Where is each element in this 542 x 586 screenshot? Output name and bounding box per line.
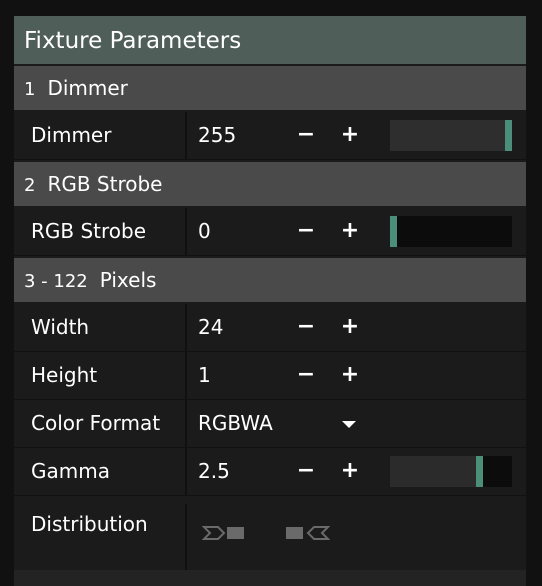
color-format-select[interactable]: RGBWA bbox=[198, 400, 273, 447]
section-number: 3 - 122 bbox=[24, 271, 88, 292]
section-rgb-strobe-header: 2 RGB Strobe bbox=[14, 162, 526, 206]
slider-handle[interactable] bbox=[476, 456, 483, 487]
distribution-reverse-icon[interactable] bbox=[284, 522, 330, 544]
param-row-width: Width 24 − + bbox=[14, 304, 526, 352]
param-label: Distribution bbox=[14, 504, 187, 570]
height-decrement-button[interactable]: − bbox=[295, 352, 317, 399]
param-label: Color Format bbox=[14, 400, 187, 447]
dimmer-slider[interactable] bbox=[390, 120, 512, 151]
gamma-decrement-button[interactable]: − bbox=[295, 448, 317, 495]
distribution-forward-icon[interactable] bbox=[202, 522, 248, 544]
param-label: Gamma bbox=[14, 448, 187, 495]
fixture-parameters-panel: Fixture Parameters 1 Dimmer Dimmer 255 − … bbox=[14, 16, 526, 586]
param-label: Height bbox=[14, 352, 187, 399]
dimmer-increment-button[interactable]: + bbox=[339, 112, 361, 159]
param-row-color-format: Color Format RGBWA bbox=[14, 400, 526, 448]
param-label: Dimmer bbox=[14, 112, 187, 159]
param-row-dimmer: Dimmer 255 − + bbox=[14, 112, 526, 160]
param-label: RGB Strobe bbox=[14, 208, 187, 255]
rgb-strobe-slider[interactable] bbox=[390, 216, 512, 247]
dimmer-decrement-button[interactable]: − bbox=[295, 112, 317, 159]
rgb-strobe-value[interactable]: 0 bbox=[198, 208, 211, 255]
section-pixels-header: 3 - 122 Pixels bbox=[14, 258, 526, 302]
param-row-height: Height 1 − + bbox=[14, 352, 526, 400]
section-label: Dimmer bbox=[47, 76, 128, 100]
section-number: 2 bbox=[24, 175, 36, 196]
slider-handle[interactable] bbox=[505, 120, 512, 151]
width-decrement-button[interactable]: − bbox=[295, 304, 317, 351]
panel-title: Fixture Parameters bbox=[14, 16, 526, 64]
rgb-strobe-increment-button[interactable]: + bbox=[339, 208, 361, 255]
height-value[interactable]: 1 bbox=[198, 352, 211, 399]
width-value[interactable]: 24 bbox=[198, 304, 223, 351]
section-label: RGB Strobe bbox=[47, 172, 163, 196]
panel-footer bbox=[14, 570, 526, 586]
section-label: Pixels bbox=[99, 268, 157, 292]
dimmer-value[interactable]: 255 bbox=[198, 112, 236, 159]
height-increment-button[interactable]: + bbox=[339, 352, 361, 399]
section-dimmer-header: 1 Dimmer bbox=[14, 66, 526, 110]
param-row-gamma: Gamma 2.5 − + bbox=[14, 448, 526, 496]
gamma-slider[interactable] bbox=[390, 456, 512, 487]
section-number: 1 bbox=[24, 79, 36, 100]
slider-fill bbox=[390, 456, 476, 487]
gamma-value[interactable]: 2.5 bbox=[198, 448, 230, 495]
param-label: Width bbox=[14, 304, 187, 351]
rgb-strobe-decrement-button[interactable]: − bbox=[295, 208, 317, 255]
param-row-rgb-strobe: RGB Strobe 0 − + bbox=[14, 208, 526, 256]
width-increment-button[interactable]: + bbox=[339, 304, 361, 351]
chevron-down-icon[interactable] bbox=[342, 421, 356, 428]
gamma-increment-button[interactable]: + bbox=[339, 448, 361, 495]
param-row-distribution: Distribution bbox=[14, 504, 526, 570]
slider-handle[interactable] bbox=[390, 216, 397, 247]
